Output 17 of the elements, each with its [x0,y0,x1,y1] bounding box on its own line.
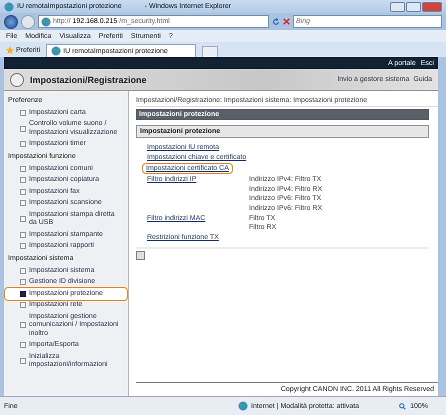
new-tab-button[interactable] [202,46,218,57]
back-button[interactable] [4,14,18,28]
ie-icon [4,2,14,12]
page-heading: Impostazioni/Registrazione [30,74,147,84]
page-icon [41,16,51,26]
refresh-icon[interactable] [272,18,280,26]
zoom-icon[interactable] [399,402,406,410]
forward-button[interactable] [21,14,35,28]
star-icon [6,46,14,54]
logo-icon [10,72,24,86]
page-icon [51,46,62,56]
maximize-button[interactable] [406,2,421,12]
close-button[interactable] [422,2,442,12]
back-to-top-icon[interactable] [136,251,145,260]
stop-icon[interactable] [283,18,290,25]
minimize-button[interactable] [390,2,405,12]
globe-icon [238,401,248,411]
